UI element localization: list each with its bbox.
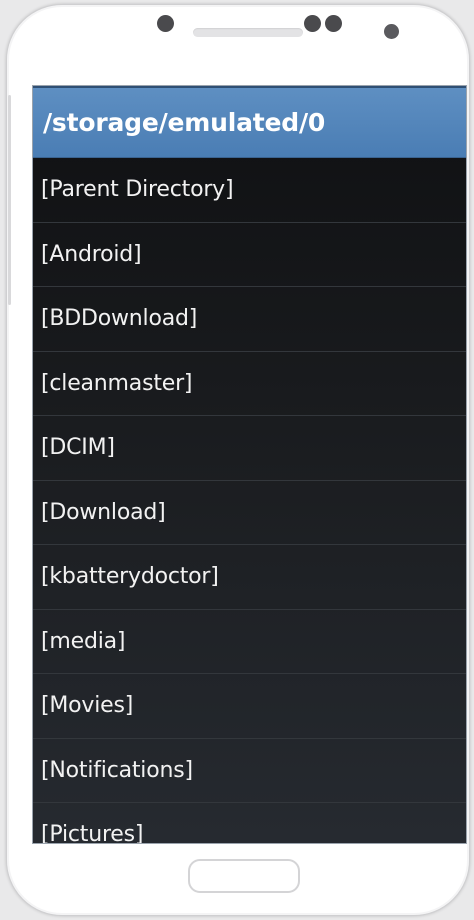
list-item-label: [BDDownload] bbox=[41, 306, 198, 332]
list-item-label: [Movies] bbox=[41, 693, 134, 719]
list-item-pictures[interactable]: [Pictures] bbox=[33, 803, 466, 844]
list-item-label: [Android] bbox=[41, 241, 142, 267]
home-button[interactable] bbox=[188, 859, 300, 893]
earpiece-speaker bbox=[193, 28, 303, 37]
front-camera-icon bbox=[157, 15, 174, 32]
directory-list: [Parent Directory] [Android] [BDDownload… bbox=[33, 158, 466, 844]
list-item-label: [DCIM] bbox=[41, 435, 115, 461]
list-item-movies[interactable]: [Movies] bbox=[33, 674, 466, 739]
sensor-icon bbox=[304, 15, 321, 32]
list-item-label: [kbatterydoctor] bbox=[41, 564, 219, 590]
list-item-label: [media] bbox=[41, 628, 126, 654]
list-item-label: [cleanmaster] bbox=[41, 370, 193, 396]
list-item-bddownload[interactable]: [BDDownload] bbox=[33, 287, 466, 352]
list-item-label: [Notifications] bbox=[41, 757, 193, 783]
list-item-parent-directory[interactable]: [Parent Directory] bbox=[33, 158, 466, 223]
list-item-media[interactable]: [media] bbox=[33, 610, 466, 674]
list-item-notifications[interactable]: [Notifications] bbox=[33, 739, 466, 803]
proximity-sensor-icon bbox=[384, 24, 399, 39]
sensor-icon bbox=[325, 15, 342, 32]
list-item-label: [Parent Directory] bbox=[41, 177, 234, 203]
list-item-download[interactable]: [Download] bbox=[33, 481, 466, 545]
list-item-kbatterydoctor[interactable]: [kbatterydoctor] bbox=[33, 545, 466, 610]
side-volume-button bbox=[8, 95, 11, 305]
phone-frame: /storage/emulated/0 [Parent Directory] [… bbox=[6, 4, 470, 916]
list-item-label: [Pictures] bbox=[41, 822, 144, 844]
list-item-cleanmaster[interactable]: [cleanmaster] bbox=[33, 352, 466, 416]
current-path-header: /storage/emulated/0 bbox=[33, 86, 466, 158]
list-item-dcim[interactable]: [DCIM] bbox=[33, 416, 466, 481]
list-item-android[interactable]: [Android] bbox=[33, 223, 466, 287]
current-path-label: /storage/emulated/0 bbox=[43, 108, 326, 137]
phone-screen: /storage/emulated/0 [Parent Directory] [… bbox=[32, 85, 467, 844]
list-item-label: [Download] bbox=[41, 499, 166, 525]
